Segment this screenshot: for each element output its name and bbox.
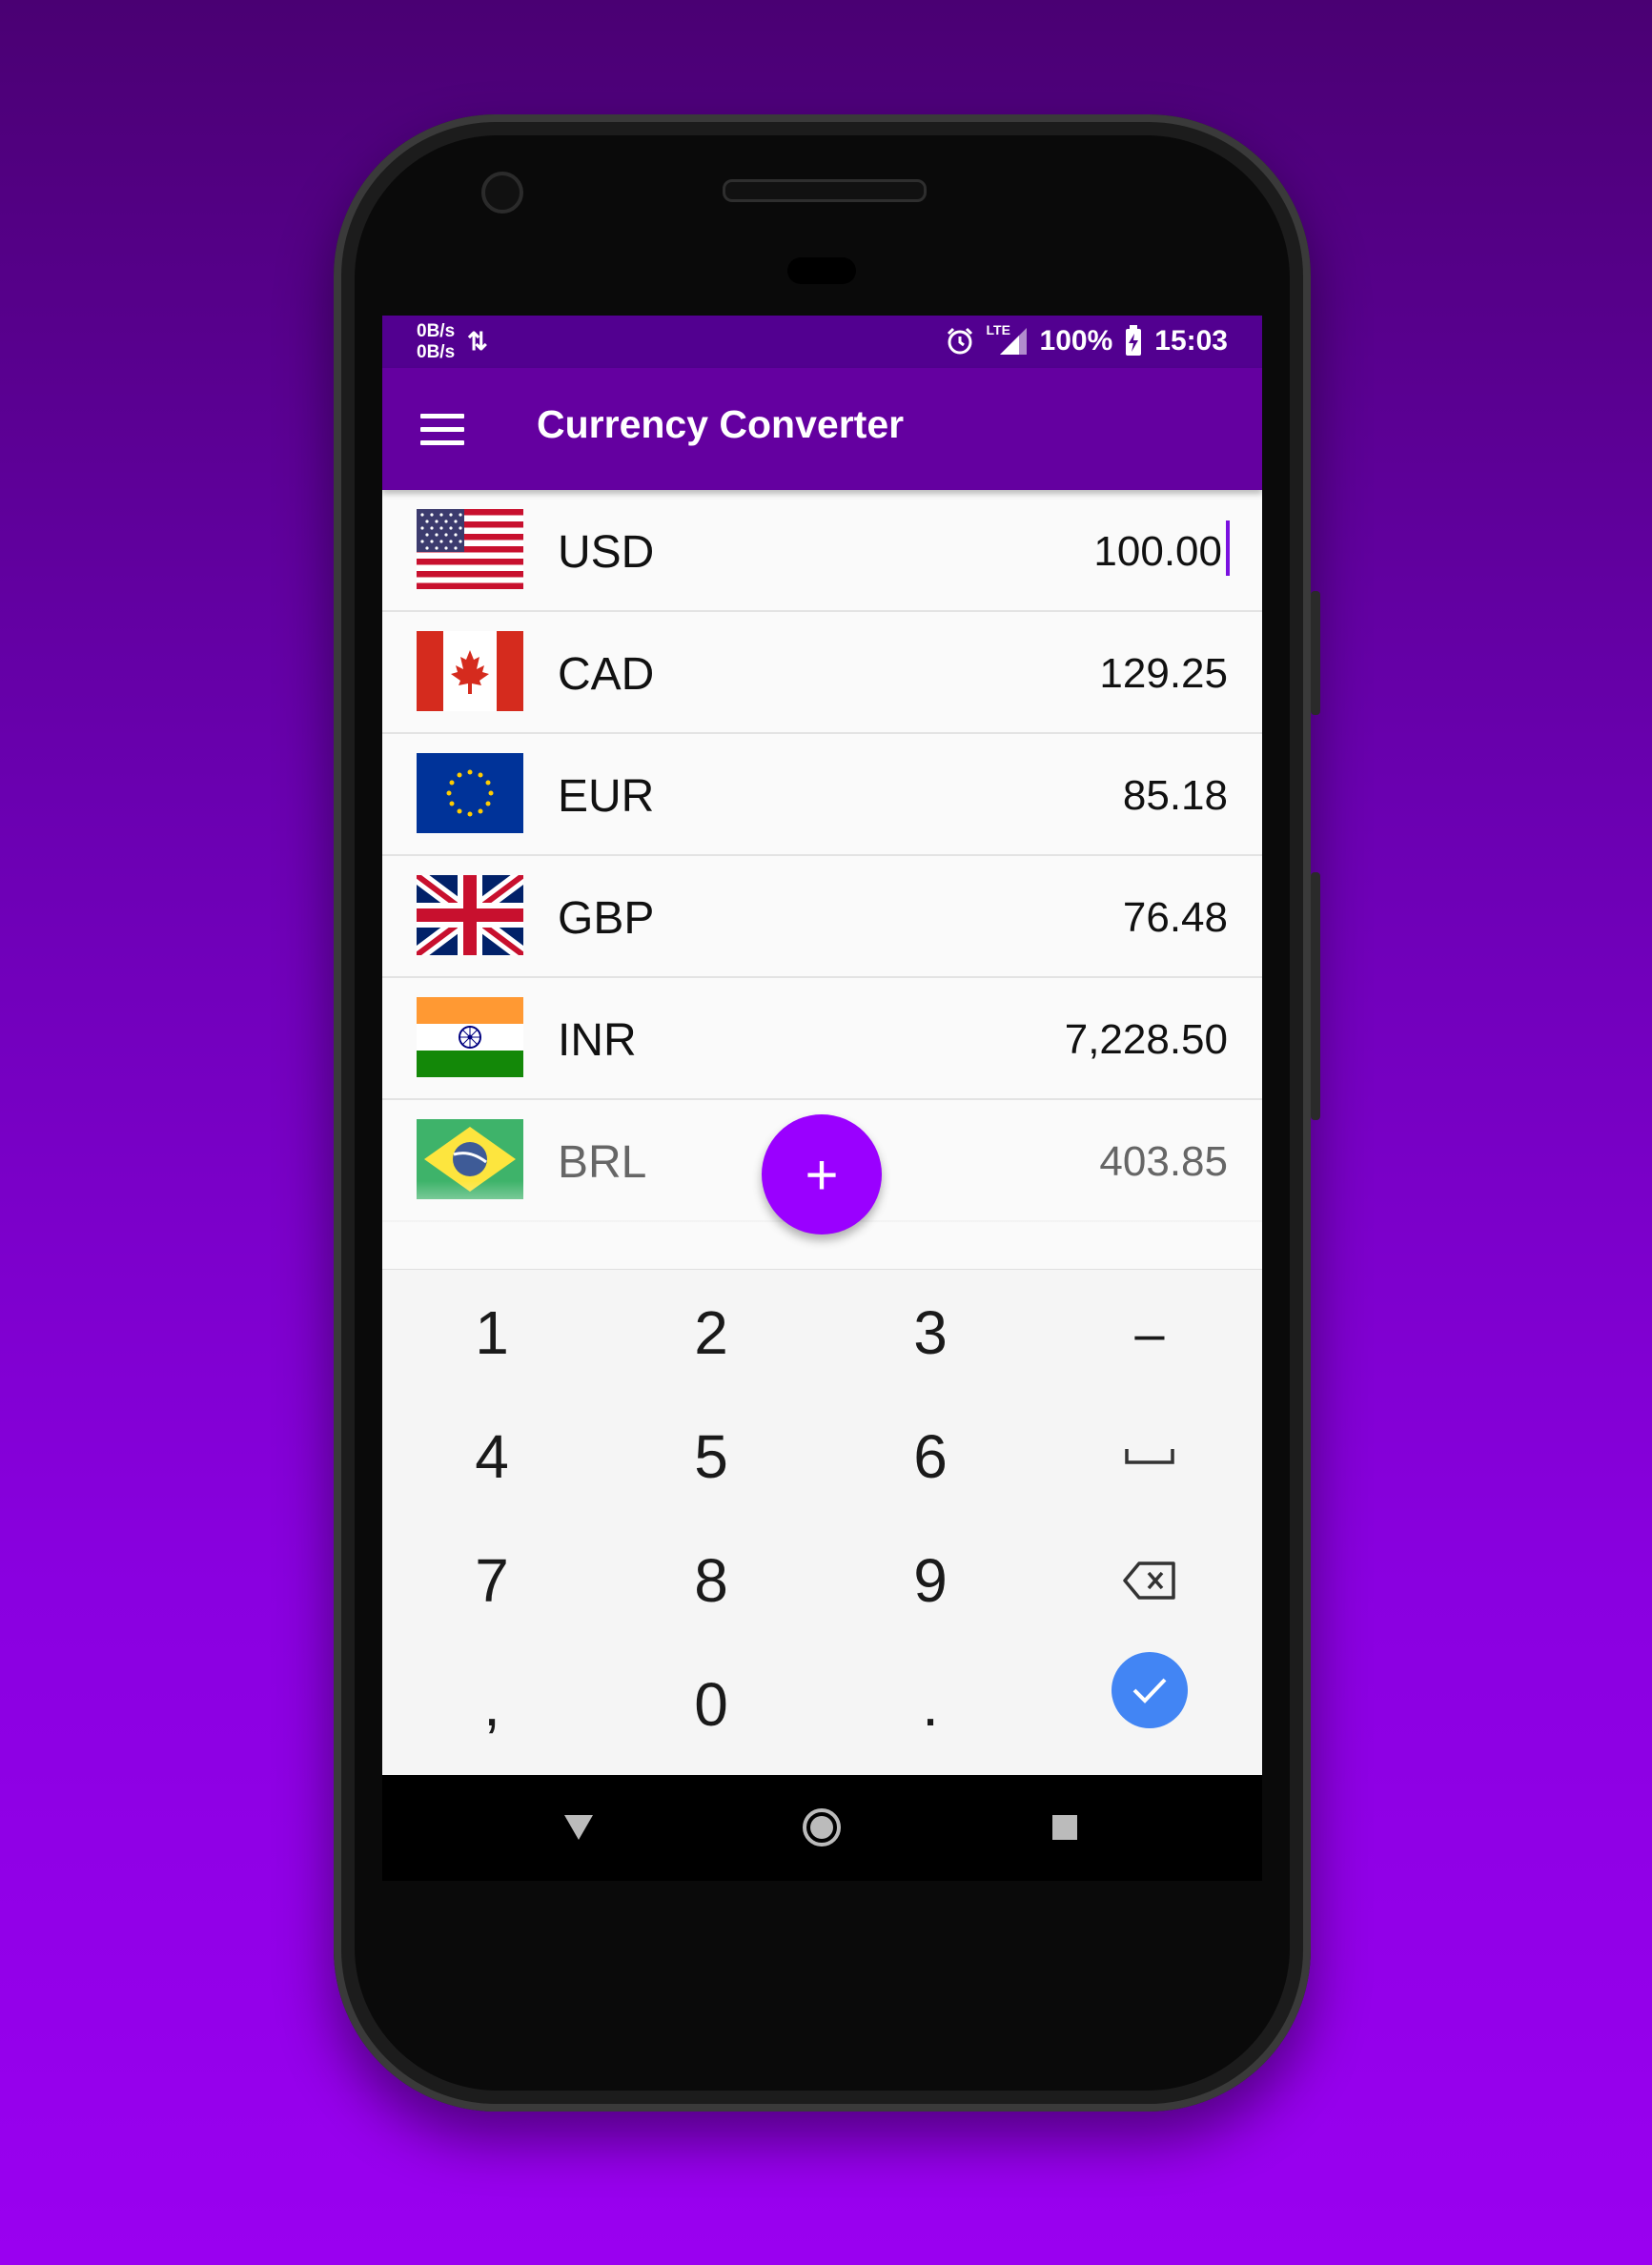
front-camera [481,172,523,214]
numeric-keyboard: 1 2 3 – 4 5 6 7 8 9 , 0 . [382,1269,1262,1775]
amount-value[interactable]: 403.85 [1099,1138,1228,1186]
earpiece-speaker [723,179,927,202]
text-cursor [1226,520,1230,576]
data-transfer-icon: ⇅ [467,327,488,356]
uk-flag-icon [417,875,523,955]
eu-flag-icon [417,753,523,833]
amount-value[interactable]: 85.18 [1123,772,1228,820]
currency-row-eur[interactable]: EUR 85.18 [382,734,1262,856]
currency-code: CAD [558,649,655,700]
currency-row-gbp[interactable]: GBP 76.48 [382,856,1262,978]
screen: 0B/s 0B/s ⇅ LTE 100% 15:03 Currency Conv… [382,316,1262,1881]
lte-signal-icon: LTE [987,322,1029,357]
space-icon [1125,1449,1174,1464]
back-triangle-icon[interactable] [550,1801,607,1854]
app-title: Currency Converter [537,402,905,446]
currency-code: INR [558,1015,637,1066]
recents-square-icon[interactable] [1036,1801,1093,1854]
backspace-icon [1123,1561,1175,1600]
checkmark-icon [1132,1678,1167,1704]
proximity-sensor [787,257,856,284]
app-bar: Currency Converter [382,368,1262,490]
home-circle-icon[interactable] [793,1801,850,1854]
key-backspace[interactable] [1040,1520,1259,1642]
currency-row-cad[interactable]: CAD 129.25 [382,612,1262,734]
key-8[interactable]: 8 [602,1520,821,1642]
key-comma[interactable]: , [382,1643,602,1765]
key-5[interactable]: 5 [602,1396,821,1518]
add-icon: + [805,1142,839,1207]
key-space[interactable] [1040,1396,1259,1518]
battery-charging-icon [1126,325,1142,356]
key-3[interactable]: 3 [821,1272,1040,1394]
india-flag-icon [417,997,523,1077]
status-indicators: LTE 100% 15:03 [945,322,1228,357]
signal-bars-icon [999,328,1027,355]
battery-percent: 100% [1039,325,1113,357]
key-minus[interactable]: – [1040,1272,1259,1394]
key-4[interactable]: 4 [382,1396,602,1518]
amount-value[interactable]: 76.48 [1123,894,1228,942]
status-bar: 0B/s 0B/s ⇅ LTE 100% 15:03 [382,316,1262,368]
currency-code: GBP [558,893,655,944]
hamburger-menu-icon[interactable] [420,414,464,446]
volume-button [1311,591,1320,715]
net-up-speed: 0B/s [417,321,456,341]
key-1[interactable]: 1 [382,1272,602,1394]
amount-value[interactable]: 7,228.50 [1065,1016,1228,1064]
clock: 15:03 [1154,325,1228,357]
key-9[interactable]: 9 [821,1520,1040,1642]
navigation-bar [382,1774,1262,1881]
currency-row-usd[interactable]: USD 100.00 [382,490,1262,612]
key-2[interactable]: 2 [602,1272,821,1394]
canada-flag-icon [417,631,523,711]
us-flag-icon [417,509,523,589]
key-done[interactable] [1040,1629,1259,1751]
currency-code: USD [558,527,655,578]
done-button[interactable] [1112,1652,1188,1728]
add-currency-button[interactable]: + [762,1114,882,1235]
key-period[interactable]: . [821,1643,1040,1765]
currency-row-inr[interactable]: INR 7,228.50 [382,978,1262,1100]
network-speed: 0B/s 0B/s [417,321,455,363]
currency-code: EUR [558,771,655,822]
amount-value[interactable]: 129.25 [1099,650,1228,698]
amount-input[interactable]: 100.00 [1093,528,1222,576]
key-6[interactable]: 6 [821,1396,1040,1518]
power-button [1311,872,1320,1120]
net-down-speed: 0B/s [417,342,456,362]
key-0[interactable]: 0 [602,1643,821,1765]
key-7[interactable]: 7 [382,1520,602,1642]
alarm-icon [947,327,972,355]
